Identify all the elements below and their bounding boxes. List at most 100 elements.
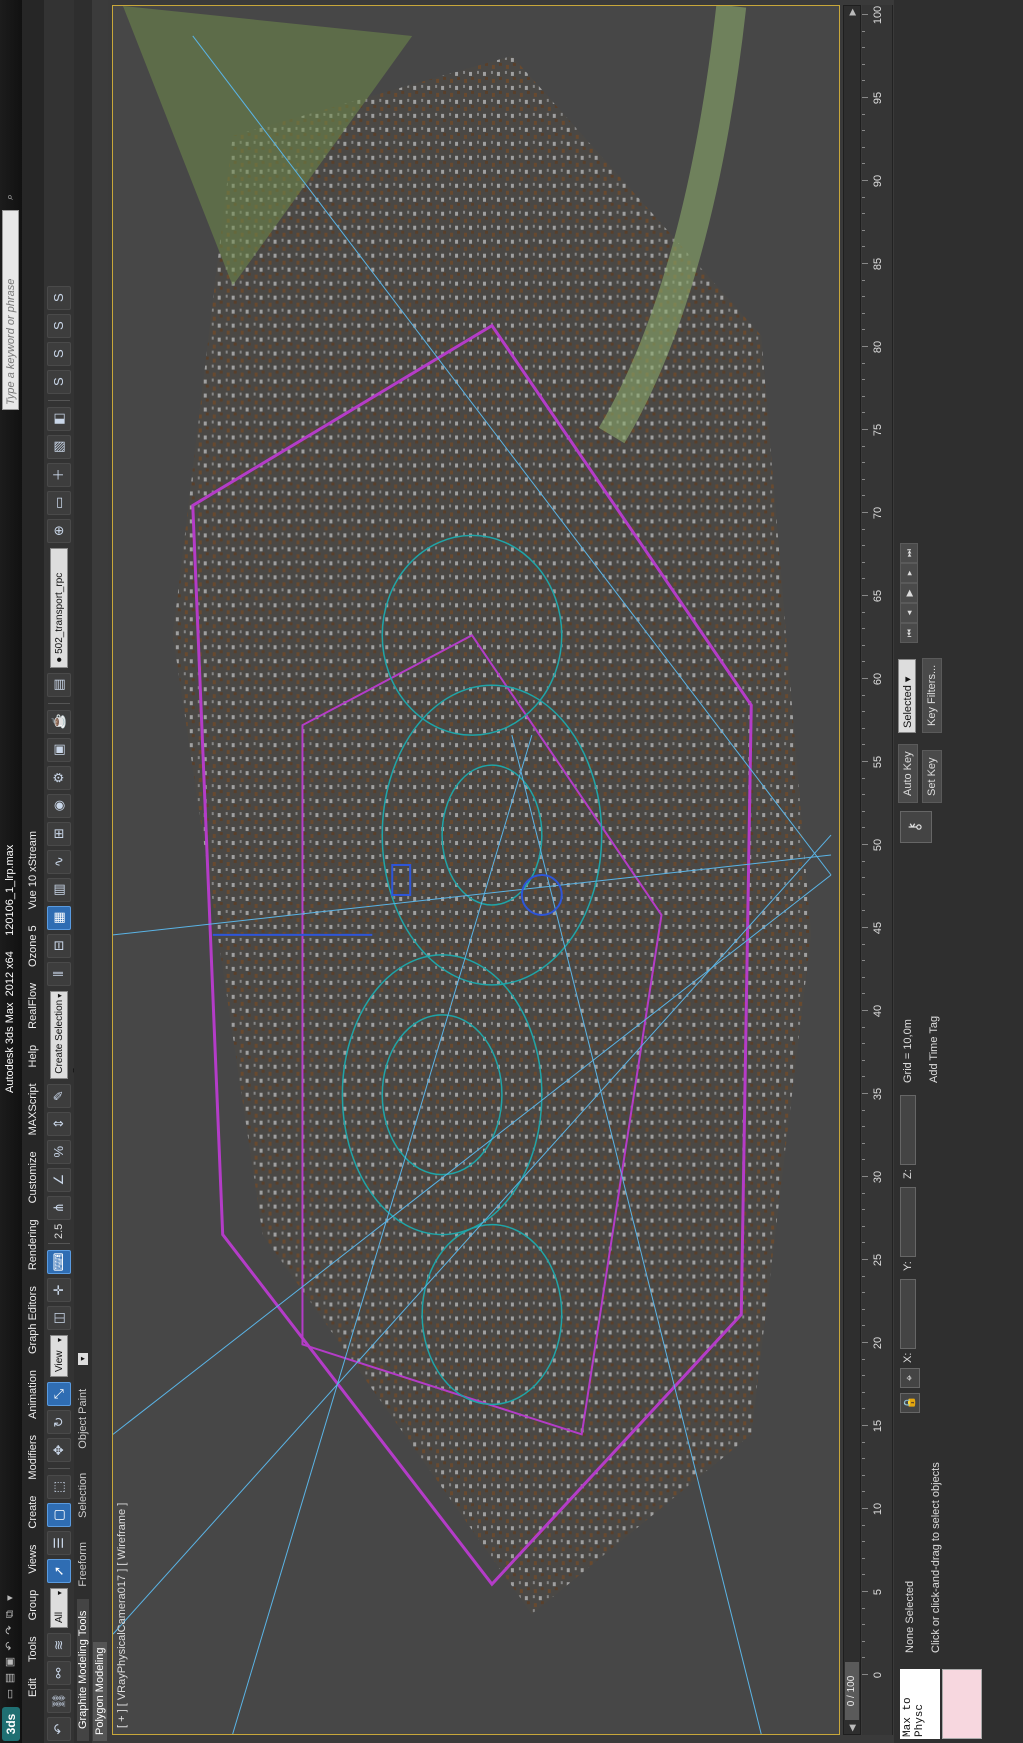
auto-key-button[interactable]: Auto Key [898, 744, 918, 803]
scene-wireframe[interactable] [113, 6, 839, 1734]
bind-space-warp-icon[interactable]: ≋ [47, 1633, 71, 1657]
rectangular-selection-icon[interactable]: ▢ [47, 1503, 71, 1527]
rotate-icon[interactable]: ↻ [47, 1410, 71, 1434]
new-file-icon[interactable]: ▭ [3, 1687, 17, 1701]
edit-named-selection-icon[interactable]: ✎ [47, 1083, 71, 1108]
set-key-button[interactable]: Set Key [922, 750, 942, 803]
window-crossing-icon[interactable]: ⬚ [47, 1475, 71, 1499]
app-logo[interactable]: 3ds [2, 1707, 20, 1741]
ribbon-panel-label[interactable]: Polygon Modeling [93, 1641, 107, 1741]
sd-tool-icon-2[interactable]: S [47, 341, 71, 366]
select-and-manipulate-icon[interactable]: ✛ [47, 1278, 71, 1302]
ribbon-tab-object-paint[interactable]: Object Paint [77, 1377, 89, 1461]
selection-filter-dropdown[interactable]: All ▾ [50, 1588, 68, 1628]
menu-item-graph-editors[interactable]: Graph Editors [27, 1278, 39, 1362]
material-editor-icon[interactable]: ◉ [47, 793, 71, 818]
redo-icon[interactable]: ↷ [3, 1623, 17, 1637]
play-icon[interactable]: ▶ [900, 583, 918, 603]
scale-icon[interactable]: ⤡ [47, 1382, 71, 1406]
angle-snap-icon[interactable]: ∠ [47, 1167, 71, 1192]
ribbon-tab-graphite-modeling-tools[interactable]: Graphite Modeling Tools [77, 1598, 89, 1741]
move-icon[interactable]: ✥ [47, 1438, 71, 1462]
menu-item-customize[interactable]: Customize [27, 1143, 39, 1211]
reference-coordinate-dropdown[interactable]: View ▾ [50, 1335, 68, 1377]
x-coord-field[interactable] [900, 1279, 916, 1349]
mirror-icon[interactable]: ⫴ [47, 961, 71, 986]
layer-select-icon[interactable]: ▭ [47, 490, 71, 515]
set-key-icon[interactable]: ⚷ [900, 811, 932, 843]
spinner-snap-icon[interactable]: ⇕ [47, 1111, 71, 1136]
plus-icon[interactable]: ＋ [47, 462, 71, 487]
maxscript-output[interactable] [942, 1669, 982, 1739]
slider-prev-arrow-icon[interactable]: ◀ [845, 1722, 859, 1734]
menu-item-edit[interactable]: Edit [27, 1670, 39, 1705]
slider-next-arrow-icon[interactable]: ▶ [845, 6, 859, 18]
render-production-icon[interactable]: ☕ [47, 709, 71, 734]
keyboard-shortcut-override-icon[interactable]: ⌨ [47, 1250, 71, 1274]
select-object-button[interactable]: ➚ [47, 1559, 71, 1583]
sd-tool-icon-1[interactable]: S [47, 369, 71, 394]
ribbon-tab-freeform[interactable]: Freeform [77, 1530, 89, 1599]
menu-item-maxscript[interactable]: MAXScript [27, 1075, 39, 1143]
z-coord-field[interactable] [900, 1095, 916, 1165]
menu-item-group[interactable]: Group [27, 1582, 39, 1629]
time-slider[interactable]: ◀ 0 / 100 ▶ [843, 5, 861, 1735]
viewport-label[interactable]: [ + ] [ VRayPhysicalCamera017 ] [ Wirefr… [116, 1503, 128, 1728]
add-time-tag[interactable]: Add Time Tag [928, 1016, 940, 1083]
percent-snap-icon[interactable]: % [47, 1139, 71, 1164]
menu-item-animation[interactable]: Animation [27, 1362, 39, 1427]
ribbon-minimize-icon[interactable]: ▾ [78, 1352, 88, 1365]
layer-hide-icon[interactable]: ◧ [47, 406, 71, 431]
search-icon[interactable]: ⌕ [3, 190, 17, 204]
layer-manager-icon[interactable]: ▦ [47, 905, 71, 930]
curve-editor-icon[interactable]: ∿ [47, 849, 71, 874]
named-selection-set-dropdown[interactable]: Create Selection Se▾ [50, 990, 83, 1079]
viewport-camera[interactable]: [ + ] [ VRayPhysicalCamera017 ] [ Wirefr… [112, 5, 840, 1735]
align-icon[interactable]: ⊟ [47, 933, 71, 958]
select-by-name-icon[interactable]: ☰ [47, 1531, 71, 1555]
rendered-frame-window-icon[interactable]: ▣ [47, 737, 71, 762]
sd-tool-icon-4[interactable]: S [47, 285, 71, 310]
menu-item-create[interactable]: Create [27, 1488, 39, 1537]
link-icon[interactable]: ⛓ [47, 1689, 71, 1713]
graphite-toggle-icon[interactable]: ▥ [47, 877, 71, 902]
track-bar[interactable]: 0 5 10 15 20 25 30 35 40 45 50 55 60 65 70 75 80 85 90 95 10… [862, 5, 893, 1735]
key-mode-dropdown[interactable]: Selected ▾ [898, 659, 916, 733]
menu-item-ozone-5[interactable]: Ozone 5 [27, 917, 39, 975]
menu-item-realflow[interactable]: RealFlow [27, 975, 39, 1037]
layer-new-icon[interactable]: ▧ [47, 434, 71, 459]
menu-item-modifiers[interactable]: Modifiers [27, 1427, 39, 1488]
ribbon-tab-selection[interactable]: Selection [77, 1461, 89, 1530]
go-to-start-icon[interactable]: ⏮ [900, 623, 918, 643]
undo-button[interactable]: ↶ [47, 1717, 71, 1741]
render-setup-icon[interactable]: ⚙ [47, 765, 71, 790]
pivot-center-icon[interactable]: ◫ [47, 1306, 71, 1330]
open-file-icon[interactable]: ▤ [3, 1671, 17, 1685]
menu-item-vue-10-xstream[interactable]: Vue 10 xStream [27, 823, 39, 917]
sd-tool-icon-3[interactable]: S [47, 313, 71, 338]
go-to-end-icon[interactable]: ⏭ [900, 543, 918, 563]
key-filters-button[interactable]: Key Filters... [922, 657, 942, 733]
undo-icon[interactable]: ↶ [3, 1639, 17, 1653]
lock-selection-icon[interactable]: 🔒 [900, 1393, 920, 1413]
hold-icon[interactable]: ⧉ [3, 1607, 17, 1621]
layer-add-icon[interactable]: ⊕ [47, 518, 71, 543]
save-file-icon[interactable]: ▣ [3, 1655, 17, 1669]
schematic-view-icon[interactable]: ⊞ [47, 821, 71, 846]
snap-toggle-icon[interactable]: ⋔ [47, 1195, 71, 1220]
unlink-icon[interactable]: ⚯ [47, 1661, 71, 1685]
y-coord-field[interactable] [900, 1187, 916, 1257]
quick-access-dropdown-icon[interactable]: ▾ [3, 1591, 17, 1605]
search-input[interactable]: Type a keyword or phrase [2, 210, 19, 410]
menu-item-help[interactable]: Help [27, 1037, 39, 1076]
menu-item-rendering[interactable]: Rendering [27, 1211, 39, 1278]
time-slider-handle[interactable]: 0 / 100 [845, 1662, 859, 1720]
layer-dropdown[interactable]: ● 502_transport_rpc [50, 547, 68, 668]
absolute-mode-icon[interactable]: ⌖ [900, 1368, 920, 1388]
next-frame-icon[interactable]: ▸ [900, 563, 918, 583]
menu-item-tools[interactable]: Tools [27, 1628, 39, 1670]
previous-frame-icon[interactable]: ◂ [900, 603, 918, 623]
menu-item-views[interactable]: Views [27, 1537, 39, 1582]
layer-properties-icon[interactable]: ▤ [47, 672, 71, 697]
maxscript-listener[interactable]: Max to Physc [900, 1669, 940, 1739]
